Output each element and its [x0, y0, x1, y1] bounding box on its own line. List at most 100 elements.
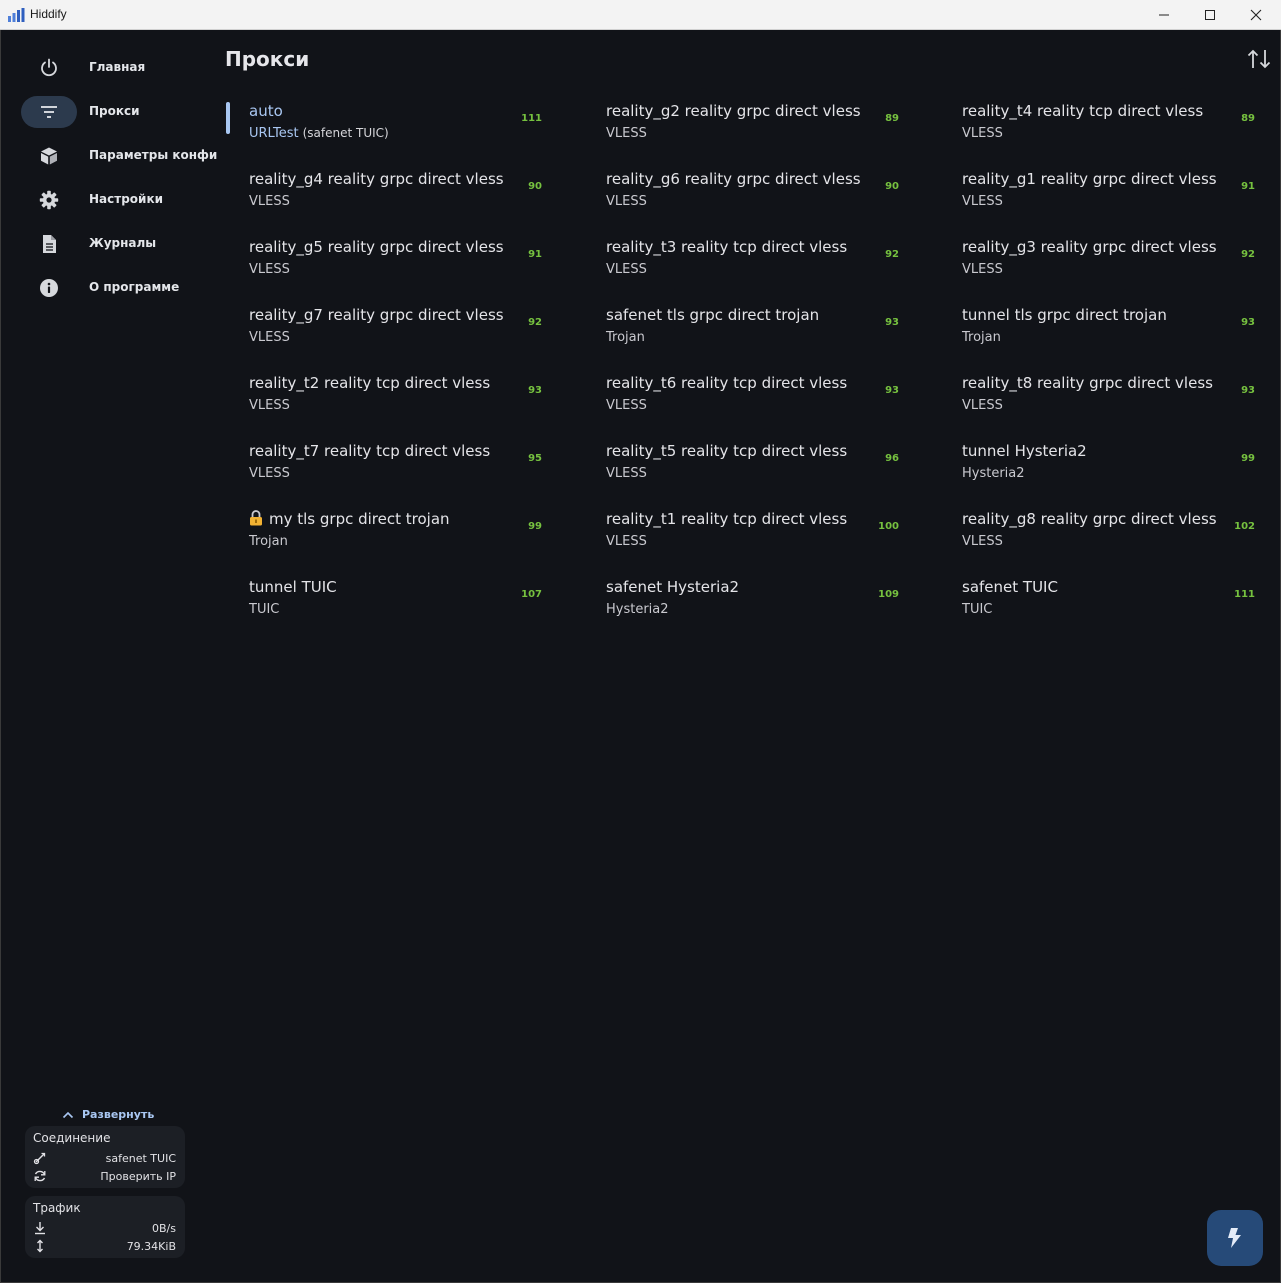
nav-home[interactable]: Главная — [21, 52, 211, 84]
proxy-item[interactable]: tunnel Hysteria2 Hysteria2 99 — [962, 442, 1255, 494]
proxy-item[interactable]: reality_g8 reality grpc direct vless VLES… — [962, 510, 1255, 562]
proxy-name-text: auto — [249, 102, 283, 120]
proxy-item[interactable]: tunnel TUIC TUIC 107 — [249, 578, 542, 630]
proxy-name-text: reality_g6 reality grpc direct vless — [606, 170, 861, 188]
proxy-name: reality_g6 reality grpc direct vless — [606, 170, 861, 188]
download-icon — [35, 1222, 45, 1235]
proxy-type-text: VLESS — [249, 330, 290, 345]
minimize-button[interactable] — [1141, 0, 1187, 30]
proxy-delay: 89 — [885, 113, 899, 124]
proxy-name: reality_t4 reality tcp direct vless — [962, 102, 1203, 120]
proxy-name-text: reality_t1 reality tcp direct vless — [606, 510, 848, 528]
proxy-item[interactable]: safenet Hysteria2 Hysteria2 109 — [606, 578, 899, 630]
proxy-item[interactable]: reality_t1 reality tcp direct vless VLESS… — [606, 510, 899, 562]
nav-label: Прокси — [89, 104, 140, 118]
proxy-name: reality_t7 reality tcp direct vless — [249, 442, 490, 460]
proxy-item[interactable]: reality_g4 reality grpc direct vless VLES… — [249, 170, 542, 222]
proxy-delay: 90 — [528, 181, 542, 192]
proxy-type-text: VLESS — [962, 534, 1003, 549]
minimize-icon — [1159, 14, 1169, 16]
quick-action-button[interactable] — [1207, 1210, 1263, 1266]
selected-indicator — [226, 102, 230, 134]
proxy-item[interactable]: reality_t8 reality grpc direct vless VLES… — [962, 374, 1255, 426]
proxy-delay: 100 — [878, 521, 899, 532]
proxy-item[interactable]: auto URLTest (safenet TUIC) 111 — [249, 102, 542, 154]
proxy-delay: 111 — [1234, 589, 1255, 600]
proxy-item[interactable]: reality_t4 reality tcp direct vless VLESS… — [962, 102, 1255, 154]
proxy-name: safenet Hysteria2 — [606, 578, 739, 596]
proxy-delay: 90 — [885, 181, 899, 192]
proxy-name-text: reality_t6 reality tcp direct vless — [606, 374, 848, 392]
proxy-type: Trojan — [606, 330, 645, 345]
proxy-item[interactable]: tunnel tls grpc direct trojan Trojan 93 — [962, 306, 1255, 358]
proxy-type-text: Trojan — [606, 330, 645, 345]
proxy-item[interactable]: reality_t6 reality tcp direct vless VLESS… — [606, 374, 899, 426]
proxy-name: reality_g4 reality grpc direct vless — [249, 170, 504, 188]
nav-label: Главная — [89, 60, 146, 74]
proxy-name-text: safenet tls grpc direct trojan — [606, 306, 820, 324]
proxy-item[interactable]: reality_t3 reality tcp direct vless VLESS… — [606, 238, 899, 290]
proxy-type-text: VLESS — [606, 398, 647, 413]
proxy-delay: 93 — [885, 317, 899, 328]
maximize-button[interactable] — [1187, 0, 1233, 30]
proxy-name-text: reality_t4 reality tcp direct vless — [962, 102, 1204, 120]
proxy-item[interactable]: reality_g1 reality grpc direct vless VLES… — [962, 170, 1255, 222]
proxy-item[interactable]: my tls grpc direct trojan Trojan 99 — [249, 510, 542, 562]
proxy-type: Hysteria2 — [606, 602, 669, 617]
proxy-item[interactable]: safenet tls grpc direct trojan Trojan 93 — [606, 306, 899, 358]
proxy-delay: 102 — [1234, 521, 1255, 532]
proxy-item[interactable]: reality_g6 reality grpc direct vless VLES… — [606, 170, 899, 222]
proxy-item[interactable]: reality_g5 reality grpc direct vless VLES… — [249, 238, 542, 290]
proxy-name: reality_t8 reality grpc direct vless — [962, 374, 1213, 392]
nav-about[interactable]: О программе — [21, 272, 211, 304]
proxy-delay: 93 — [1241, 385, 1255, 396]
proxy-item[interactable]: safenet TUIC TUIC 111 — [962, 578, 1255, 630]
info-icon — [37, 278, 61, 298]
proxy-type: Hysteria2 — [962, 466, 1025, 481]
proxy-type-text: VLESS — [606, 466, 647, 481]
proxy-name-text: reality_t2 reality tcp direct vless — [249, 374, 491, 392]
proxy-type: VLESS — [249, 194, 290, 209]
window-title: Hiddify — [30, 7, 67, 21]
link-icon — [33, 1152, 46, 1165]
document-icon — [37, 234, 61, 254]
proxy-name-text: reality_t3 reality tcp direct vless — [606, 238, 848, 256]
proxy-item[interactable]: reality_g2 reality grpc direct vless VLES… — [606, 102, 899, 154]
proxy-item[interactable]: reality_g7 reality grpc direct vless VLES… — [249, 306, 542, 358]
proxy-item[interactable]: reality_g3 reality grpc direct vless VLES… — [962, 238, 1255, 290]
proxy-name: reality_t3 reality tcp direct vless — [606, 238, 847, 256]
proxy-type: VLESS — [962, 262, 1003, 277]
close-button[interactable] — [1233, 0, 1279, 30]
nav-label: О программе — [89, 280, 180, 294]
proxy-active-outbound: (safenet TUIC) — [302, 126, 389, 140]
proxy-name: reality_g5 reality grpc direct vless — [249, 238, 504, 256]
cube-icon — [37, 146, 61, 166]
traffic-title: Трафик — [33, 1201, 81, 1215]
check-ip-button[interactable]: Проверить IP — [100, 1170, 176, 1183]
proxy-type-text: Trojan — [249, 534, 288, 549]
proxy-delay: 99 — [1241, 453, 1255, 464]
proxy-type-text: Hysteria2 — [962, 466, 1025, 481]
proxy-type: VLESS — [606, 398, 647, 413]
proxy-item[interactable]: reality_t7 reality tcp direct vless VLESS… — [249, 442, 542, 494]
app-logo-icon — [8, 8, 25, 22]
nav-config-options[interactable]: Параметры конфи — [21, 140, 217, 172]
proxy-name: tunnel Hysteria2 — [962, 442, 1087, 460]
proxy-item[interactable]: reality_t2 reality tcp direct vless VLESS… — [249, 374, 542, 426]
expand-button[interactable]: Развернуть — [62, 1108, 154, 1121]
refresh-icon[interactable] — [33, 1169, 47, 1183]
proxy-name-text: reality_t5 reality tcp direct vless — [606, 442, 848, 460]
proxy-type: URLTest (safenet TUIC) — [249, 126, 389, 141]
traffic-card: Трафик 0B/s 79.34KiB — [25, 1196, 185, 1258]
proxy-item[interactable]: reality_t5 reality tcp direct vless VLESS… — [606, 442, 899, 494]
nav-settings[interactable]: Настройки — [21, 184, 211, 216]
proxy-name: my tls grpc direct trojan — [249, 510, 450, 528]
sort-icon[interactable] — [1246, 48, 1272, 70]
nav-proxies[interactable]: Прокси — [21, 96, 211, 128]
proxy-type: VLESS — [249, 398, 290, 413]
close-icon — [1250, 9, 1262, 21]
nav-logs[interactable]: Журналы — [21, 228, 211, 260]
proxy-type-text: VLESS — [249, 262, 290, 277]
proxy-type: VLESS — [249, 262, 290, 277]
proxy-name-text: reality_t7 reality tcp direct vless — [249, 442, 491, 460]
